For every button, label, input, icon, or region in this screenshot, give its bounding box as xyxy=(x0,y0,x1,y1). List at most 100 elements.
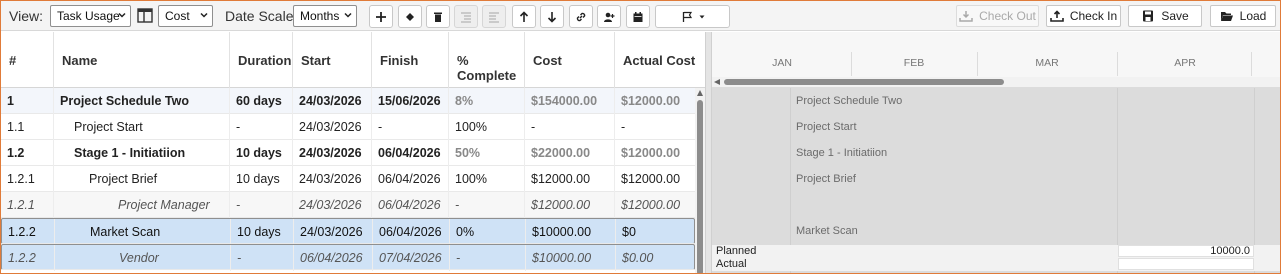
month-jan: JAN xyxy=(772,57,792,69)
cell-cost: $10000.00 xyxy=(526,219,616,245)
month-feb: FEB xyxy=(903,57,925,69)
cell-percent: 100% xyxy=(449,166,525,192)
cell-id: 1.2.2 xyxy=(2,219,55,245)
scroll-left-arrow-icon[interactable] xyxy=(714,79,720,85)
link-icon xyxy=(576,12,586,21)
view-select[interactable]: Task Usage xyxy=(50,5,131,27)
cell-duration: 60 days xyxy=(230,88,293,114)
cell-duration: 10 days xyxy=(230,166,293,192)
scroll-up-arrow-icon[interactable] xyxy=(697,90,703,96)
cell-actual-cost: $0.00 xyxy=(622,251,654,265)
cell-cost: $12000.00 xyxy=(525,166,615,192)
outdent-button[interactable] xyxy=(482,5,506,28)
header-duration[interactable]: Duration xyxy=(230,32,293,88)
cell-cost: $154000.00 xyxy=(525,88,615,114)
date-scale-value: Months xyxy=(300,9,340,23)
flag-dropdown-button[interactable] xyxy=(655,5,730,28)
check-out-label: Check Out xyxy=(979,9,1036,23)
cell-duration: - xyxy=(230,192,293,218)
actual-label: Actual xyxy=(716,258,747,270)
planned-value-cell[interactable]: 10000.0 xyxy=(1118,245,1254,257)
header-cost[interactable]: Cost xyxy=(525,32,615,88)
month-apr: APR xyxy=(1174,57,1196,69)
cell-start: 24/03/2026 xyxy=(293,140,372,166)
cell-percent: 0% xyxy=(450,219,526,245)
resource-row-selected[interactable]: 1.2.2 Vendor - 06/04/2026 07/04/2026 - $… xyxy=(1,244,695,271)
check-in-button[interactable]: Check In xyxy=(1046,5,1121,27)
calendar-icon xyxy=(633,11,643,22)
timeline-horizontal-scrollbar[interactable] xyxy=(712,77,1280,87)
flag-icon xyxy=(682,11,692,22)
table-row-selected[interactable]: 1.2.2 Market Scan 10 days 24/03/2026 06/… xyxy=(1,218,695,245)
usage-chart: JAN FEB MAR APR Project Schedule Two Pro… xyxy=(712,32,1280,273)
delete-button[interactable] xyxy=(426,5,450,28)
table-row[interactable]: 1.2 Stage 1 - Initiatiion 10 days 24/03/… xyxy=(1,140,695,166)
chevron-down-icon xyxy=(699,15,704,18)
header-id[interactable]: # xyxy=(1,32,54,88)
header-name[interactable]: Name xyxy=(54,32,230,88)
table-row[interactable]: 1.2.1 Project Brief 10 days 24/03/2026 0… xyxy=(1,166,695,192)
cell-cost: $10000.00 xyxy=(526,245,616,271)
calendar-button[interactable] xyxy=(626,5,650,28)
table-row[interactable]: 1.1 Project Start - 24/03/2026 - 100% - … xyxy=(1,114,695,140)
cell-name: Project Start xyxy=(54,114,230,140)
cell-name: Market Scan xyxy=(55,219,231,245)
grid-vertical-scrollbar[interactable] xyxy=(695,88,705,273)
toolbar: View: Task Usage Cost Date Scale: Months xyxy=(1,1,1280,31)
load-label: Load xyxy=(1239,9,1267,23)
timeline-header: JAN FEB MAR APR xyxy=(712,32,1280,77)
resource-row[interactable]: 1.2.1 Project Manager - 24/03/2026 06/04… xyxy=(1,192,695,218)
cell-actual-cost: $12000.00 xyxy=(621,198,681,212)
cell-name: Project Brief xyxy=(54,166,230,192)
task-label: Stage 1 - Initiatiion xyxy=(796,147,888,159)
save-label: Save xyxy=(1161,9,1189,23)
indent-button[interactable] xyxy=(454,5,478,28)
header-actual-cost[interactable]: Actual Cost xyxy=(615,32,705,88)
planned-label: Planned xyxy=(716,245,757,257)
download-icon xyxy=(959,11,973,22)
usage-body: Project Schedule Two Project Start Stage… xyxy=(712,88,1280,273)
pane-splitter[interactable] xyxy=(705,32,712,273)
add-milestone-button[interactable] xyxy=(398,5,422,28)
cell-finish: 06/04/2026 xyxy=(372,192,449,218)
cell-finish: 15/06/2026 xyxy=(372,88,449,114)
date-scale-select[interactable]: Months xyxy=(293,5,357,27)
cell-cost: - xyxy=(525,114,615,140)
move-down-button[interactable] xyxy=(540,5,564,28)
scrollbar-thumb[interactable] xyxy=(724,79,1004,85)
assign-resource-button[interactable] xyxy=(597,5,621,28)
cost-select[interactable]: Cost xyxy=(158,5,213,27)
cell-finish: 06/04/2026 xyxy=(372,140,449,166)
chevron-down-icon xyxy=(200,12,208,18)
cell-start: 06/04/2026 xyxy=(294,245,373,271)
cell-id: 1.2.2 xyxy=(2,245,55,271)
cell-start: 24/03/2026 xyxy=(293,88,372,114)
plus-icon xyxy=(376,11,386,22)
actual-value-cell[interactable] xyxy=(1118,258,1254,270)
move-up-button[interactable] xyxy=(512,5,536,28)
header-finish[interactable]: Finish xyxy=(372,32,449,88)
cell-start: 24/03/2026 xyxy=(293,192,372,218)
cell-actual-cost: $0 xyxy=(622,225,636,239)
scrollbar-thumb[interactable] xyxy=(697,100,703,273)
task-label: Project Start xyxy=(796,121,857,133)
link-button[interactable] xyxy=(569,5,593,28)
cell-cost: $12000.00 xyxy=(525,192,615,218)
header-percent-complete[interactable]: % Complete xyxy=(449,32,525,88)
header-start[interactable]: Start xyxy=(293,32,372,88)
date-scale-label: Date Scale: xyxy=(225,8,298,24)
floppy-disk-icon xyxy=(1143,10,1154,22)
check-out-button[interactable]: Check Out xyxy=(956,5,1039,27)
cell-actual-cost: - xyxy=(621,120,626,134)
table-row[interactable]: 1 Project Schedule Two 60 days 24/03/202… xyxy=(1,88,695,114)
task-label: Market Scan xyxy=(796,225,858,237)
cell-percent: 50% xyxy=(449,140,525,166)
folder-open-icon xyxy=(1220,12,1233,21)
save-button[interactable]: Save xyxy=(1128,5,1202,27)
chevron-down-icon xyxy=(344,12,352,18)
columns-layout-icon[interactable] xyxy=(137,8,153,23)
add-task-button[interactable] xyxy=(369,5,393,28)
diamond-icon xyxy=(406,12,414,21)
month-mar: MAR xyxy=(1035,57,1059,69)
load-button[interactable]: Load xyxy=(1210,5,1276,27)
